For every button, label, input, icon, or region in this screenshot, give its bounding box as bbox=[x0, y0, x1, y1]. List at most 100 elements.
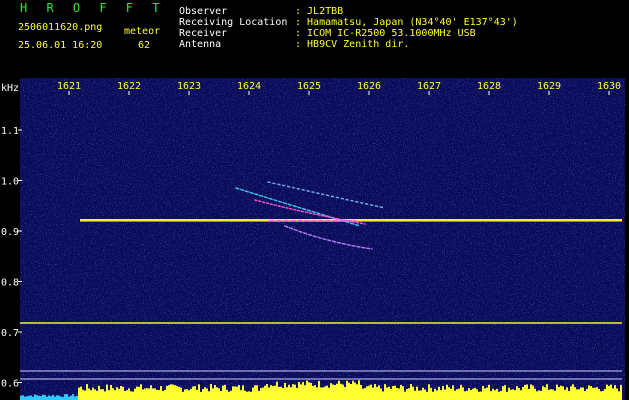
power-bar-segment bbox=[504, 385, 506, 400]
power-bar-segment bbox=[374, 384, 376, 400]
x-tick-label: 1627 bbox=[417, 81, 441, 92]
power-bar-segment bbox=[484, 388, 486, 400]
power-bar-segment bbox=[136, 386, 138, 400]
power-bar-segment bbox=[464, 391, 466, 400]
power-bar-segment bbox=[350, 384, 352, 400]
power-bar-segment bbox=[210, 384, 212, 400]
power-bar-segment bbox=[162, 390, 164, 400]
power-bar-segment bbox=[364, 388, 366, 400]
field-label-location: Receiving Location bbox=[179, 17, 288, 28]
power-bar-segment bbox=[440, 390, 442, 400]
power-bar-segment bbox=[376, 386, 378, 400]
power-bar-segment bbox=[468, 388, 470, 400]
power-bar-segment bbox=[38, 395, 40, 400]
power-bar-segment bbox=[354, 382, 356, 400]
power-bar-segment bbox=[286, 387, 288, 400]
power-bar-segment bbox=[442, 386, 444, 400]
power-bar-segment bbox=[338, 380, 340, 400]
power-bar-segment bbox=[294, 384, 296, 400]
power-bar-segment bbox=[566, 387, 568, 400]
power-bar-segment bbox=[122, 386, 124, 400]
power-bar-segment bbox=[416, 386, 418, 400]
x-tick-label: 1628 bbox=[477, 81, 501, 92]
power-bar-segment bbox=[64, 394, 66, 400]
power-bar-segment bbox=[292, 384, 294, 400]
power-bar-segment bbox=[506, 391, 508, 400]
power-bar-segment bbox=[186, 389, 188, 400]
power-bar-segment bbox=[240, 390, 242, 400]
power-bar-segment bbox=[82, 389, 84, 400]
power-bar-segment bbox=[474, 387, 476, 400]
power-bar-segment bbox=[568, 390, 570, 400]
power-bar-segment bbox=[68, 396, 70, 400]
power-bar-segment bbox=[224, 384, 226, 400]
power-bar-segment bbox=[454, 390, 456, 400]
power-bar-segment bbox=[150, 385, 152, 400]
mode-label: meteor bbox=[124, 26, 161, 37]
power-bar-segment bbox=[56, 395, 58, 400]
power-bar-segment bbox=[368, 385, 370, 400]
power-bar-segment bbox=[574, 387, 576, 400]
power-bar-segment bbox=[24, 396, 26, 400]
power-bar-segment bbox=[536, 391, 538, 400]
power-bar-segment bbox=[588, 385, 590, 400]
power-bar-segment bbox=[274, 385, 276, 400]
power-bar-segment bbox=[164, 389, 166, 400]
power-bar-segment bbox=[158, 390, 160, 400]
power-bar-segment bbox=[388, 386, 390, 400]
power-bar-segment bbox=[362, 388, 364, 400]
power-bar-segment bbox=[490, 391, 492, 400]
power-bar-segment bbox=[424, 389, 426, 400]
power-bar-segment bbox=[36, 395, 38, 400]
power-bar-segment bbox=[502, 386, 504, 400]
power-bar-segment bbox=[252, 387, 254, 400]
power-bar-segment bbox=[238, 385, 240, 400]
power-bar-segment bbox=[124, 390, 126, 400]
power-bar-segment bbox=[564, 389, 566, 400]
power-bar-segment bbox=[366, 386, 368, 400]
power-bar-segment bbox=[582, 387, 584, 400]
power-bar-segment bbox=[160, 386, 162, 400]
power-bar-segment bbox=[110, 384, 112, 400]
power-bar-segment bbox=[586, 388, 588, 400]
x-tick-label: 1623 bbox=[177, 81, 201, 92]
power-bar-segment bbox=[320, 387, 322, 400]
power-bar-segment bbox=[200, 391, 202, 400]
power-bar-segment bbox=[196, 389, 198, 400]
power-bar-segment bbox=[494, 390, 496, 400]
power-bar-segment bbox=[500, 390, 502, 400]
power-bar-segment bbox=[148, 388, 150, 400]
power-bar-segment bbox=[604, 388, 606, 400]
power-bar-segment bbox=[324, 386, 326, 400]
power-bar-segment bbox=[540, 390, 542, 400]
power-bar-segment bbox=[242, 385, 244, 400]
power-bar-segment bbox=[216, 387, 218, 400]
power-bar-segment bbox=[420, 390, 422, 400]
power-bar-segment bbox=[380, 388, 382, 400]
power-bar-segment bbox=[558, 387, 560, 400]
power-bar-segment bbox=[26, 396, 28, 400]
field-label-antenna: Antenna bbox=[179, 39, 222, 50]
power-bar-segment bbox=[264, 385, 266, 400]
power-bar-segment bbox=[42, 394, 44, 400]
power-bar-segment bbox=[156, 389, 158, 400]
power-bar-segment bbox=[408, 388, 410, 400]
power-bar-segment bbox=[166, 385, 168, 400]
power-bar-segment bbox=[108, 390, 110, 400]
power-bar-segment bbox=[450, 388, 452, 400]
power-bar-segment bbox=[114, 390, 116, 400]
y-axis-ticks: 1.1 1.0 0.9 0.8 0.7 0.6 bbox=[1, 126, 22, 390]
power-bar-segment bbox=[234, 386, 236, 400]
power-bar-segment bbox=[92, 387, 94, 400]
power-bar-segment bbox=[456, 389, 458, 400]
power-bar-segment bbox=[20, 395, 22, 400]
power-bar-segment bbox=[182, 391, 184, 400]
power-bar-segment bbox=[194, 386, 196, 400]
x-tick-label: 1622 bbox=[117, 81, 141, 92]
power-bar-segment bbox=[308, 382, 310, 400]
filename: 2506011620.png bbox=[18, 22, 103, 33]
power-bar-segment bbox=[520, 390, 522, 400]
power-bar-segment bbox=[44, 395, 46, 400]
power-bar-segment bbox=[316, 387, 318, 400]
power-bar-segment bbox=[562, 386, 564, 400]
